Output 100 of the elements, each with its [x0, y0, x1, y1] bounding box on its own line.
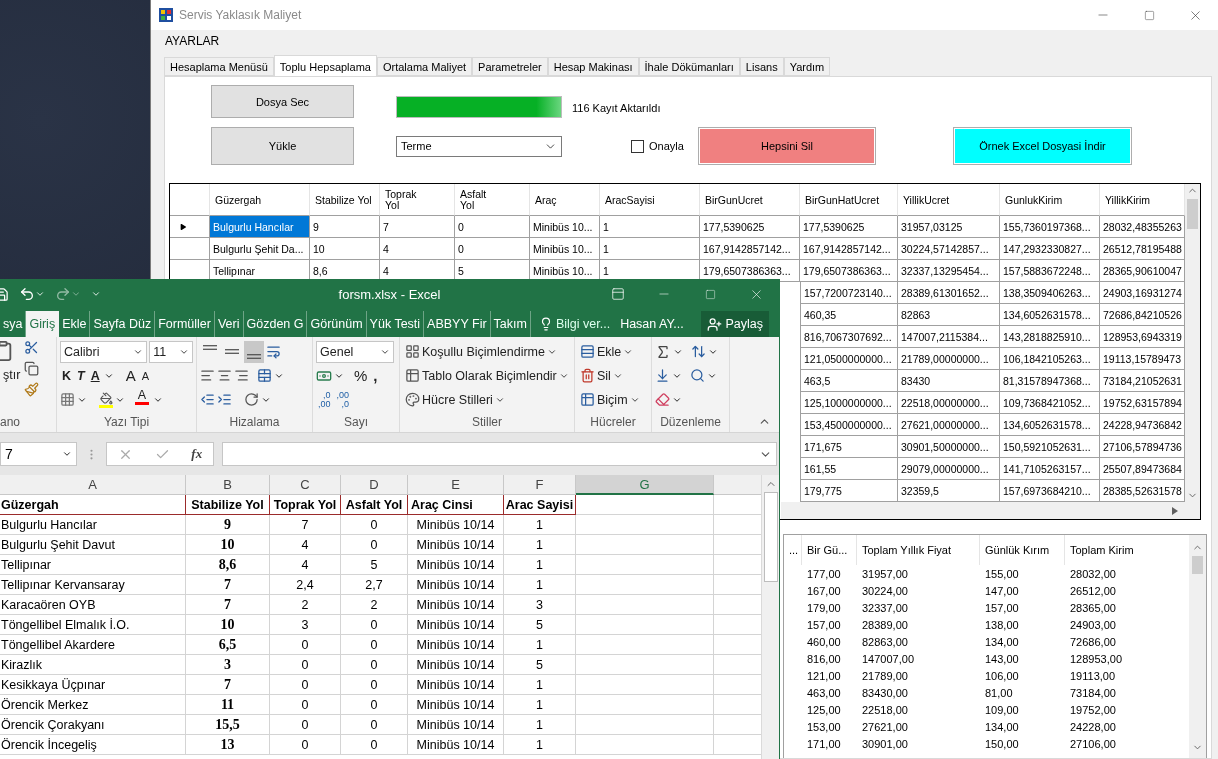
column-header[interactable]: AracSayisi	[600, 184, 700, 216]
column-header[interactable]: Toplam Yıllık Fiyat	[857, 535, 980, 565]
insert-function-button[interactable]: fx	[191, 446, 203, 462]
sheet-cell: Arac Sayisi	[504, 495, 576, 515]
tab[interactable]: Toplu Hepsaplama	[273, 55, 377, 77]
indent-increase-icon[interactable]	[217, 392, 232, 407]
merge-cells-icon[interactable]	[257, 368, 272, 383]
share-button[interactable]: Paylaş	[701, 311, 769, 337]
column-heading[interactable]: D	[341, 475, 408, 495]
select-file-button[interactable]: Dosya Sec	[211, 85, 354, 118]
search-icon[interactable]	[690, 368, 705, 383]
column-header[interactable]: YillikUcret	[898, 184, 1000, 216]
vertical-scrollbar[interactable]	[761, 475, 779, 759]
tab[interactable]: İhale Dökümanları	[638, 57, 740, 76]
font-size-select[interactable]: 11	[149, 340, 193, 363]
align-left-icon[interactable]	[200, 368, 215, 383]
scroll-thumb[interactable]	[1187, 199, 1198, 229]
cells-button[interactable]: Biçim	[578, 388, 642, 411]
grow-font-button[interactable]: A	[123, 364, 138, 387]
italic-button[interactable]: T	[75, 364, 87, 387]
font-select[interactable]: Calibri	[60, 340, 148, 363]
column-header[interactable]: BirGunHatUcret	[800, 184, 898, 216]
paste-button[interactable]: ştır	[3, 340, 21, 415]
column-header[interactable]: Bir Gü...	[802, 535, 857, 565]
column-header[interactable]: Güzergah	[210, 184, 310, 216]
load-button[interactable]: Yükle	[211, 127, 354, 165]
column-header[interactable]: YillikKirim	[1100, 184, 1185, 216]
orientation-icon[interactable]	[244, 392, 259, 407]
column-header[interactable]: ...	[784, 535, 802, 565]
cells-button[interactable]: Sil	[578, 364, 625, 387]
bold-button[interactable]: K	[60, 364, 74, 387]
menu-item[interactable]: AYARLAR	[165, 34, 220, 48]
tell-me-field[interactable]: Bilgi ver...	[530, 311, 615, 337]
percent-button[interactable]: %	[352, 364, 370, 387]
vertical-scrollbar[interactable]	[1189, 535, 1206, 758]
scroll-thumb[interactable]	[1192, 556, 1203, 574]
panel-icon	[611, 287, 625, 301]
tab[interactable]: Hesaplama Menüsü	[164, 57, 274, 76]
column-header[interactable]: Asfalt Yol	[455, 184, 530, 216]
autosum-icon[interactable]	[655, 343, 671, 360]
decrease-decimal-button[interactable]: ,00 ,0	[334, 388, 352, 411]
checkbox[interactable]	[631, 139, 644, 153]
cells-button[interactable]: Ekle	[578, 340, 636, 363]
column-header[interactable]: Stabilize Yol	[310, 184, 380, 216]
sheet-cell: 6,5	[186, 635, 270, 655]
row-header[interactable]	[170, 238, 210, 260]
formula-input[interactable]	[222, 442, 777, 466]
font-color-button[interactable]: A	[133, 388, 151, 411]
column-heading[interactable]: A	[0, 475, 186, 495]
sort-icon[interactable]	[691, 344, 706, 359]
table-cell-text: 150,00	[984, 736, 1020, 752]
column-heading[interactable]: F	[504, 475, 576, 495]
styles-button[interactable]: Hücre Stilleri	[403, 388, 507, 411]
shrink-font-button[interactable]: A	[139, 364, 152, 387]
number-format-select[interactable]: Genel	[316, 340, 394, 363]
column-heading[interactable]: G	[576, 475, 714, 495]
align-right-icon[interactable]	[234, 368, 249, 383]
download-sample-button[interactable]: Örnek Excel Dosyasi İndir	[953, 127, 1132, 165]
user-name[interactable]: Hasan AY...	[614, 317, 690, 331]
copy-icon[interactable]	[24, 361, 40, 376]
ribbon-tab[interactable]: Giriş	[26, 311, 60, 337]
indent-decrease-icon[interactable]	[200, 392, 215, 407]
column-heading[interactable]: C	[270, 475, 341, 495]
format-painter-icon[interactable]	[24, 382, 40, 397]
tab[interactable]: Hesap Makinası	[547, 57, 639, 76]
column-heading[interactable]: B	[186, 475, 270, 495]
wrap-text-icon[interactable]	[266, 344, 281, 359]
styles-button[interactable]: Koşullu Biçimlendirme	[403, 340, 559, 363]
borders-icon[interactable]	[60, 392, 75, 407]
styles-button[interactable]: Tablo Olarak Biçimlendir	[403, 364, 571, 387]
checkbox-label[interactable]: Onayla	[649, 140, 684, 152]
delete-all-button[interactable]: Hepsini Sil	[698, 127, 876, 165]
tab[interactable]: Ortalama Maliyet	[376, 57, 473, 76]
increase-decimal-button[interactable]: ,0 ,00	[316, 388, 333, 411]
horizontal-scrollbar[interactable]	[781, 502, 1185, 519]
scroll-thumb[interactable]	[763, 492, 778, 582]
redo-icon[interactable]	[55, 286, 71, 302]
undo-icon[interactable]	[19, 286, 35, 302]
district-select[interactable]: Terme	[396, 135, 562, 157]
name-box[interactable]: 7	[0, 442, 77, 466]
column-header[interactable]: GunlukKirim	[1000, 184, 1100, 216]
column-header[interactable]: BirGunUcret	[700, 184, 800, 216]
align-center-icon[interactable]	[217, 368, 232, 383]
tab[interactable]: Lisans	[739, 57, 784, 76]
column-header[interactable]: Araç	[530, 184, 600, 216]
fill-down-icon[interactable]	[655, 368, 670, 383]
column-header[interactable]: Günlük Kırım	[980, 535, 1065, 565]
table-cell-text: 106,00	[984, 668, 1020, 684]
fill-color-icon[interactable]	[99, 391, 113, 408]
comma-style-button[interactable]: ,	[371, 364, 380, 387]
cut-icon[interactable]	[24, 340, 40, 355]
eraser-icon[interactable]	[655, 392, 670, 407]
vertical-align-button[interactable]	[244, 340, 264, 363]
column-heading[interactable]: E	[408, 475, 504, 495]
tab[interactable]: Parametreler	[472, 57, 548, 76]
underline-button[interactable]: A	[88, 364, 102, 387]
row-header[interactable]	[170, 216, 210, 238]
column-header[interactable]: Toprak Yol	[380, 184, 455, 216]
vertical-scrollbar[interactable]	[1185, 184, 1200, 519]
tab[interactable]: Yardım	[783, 57, 831, 76]
